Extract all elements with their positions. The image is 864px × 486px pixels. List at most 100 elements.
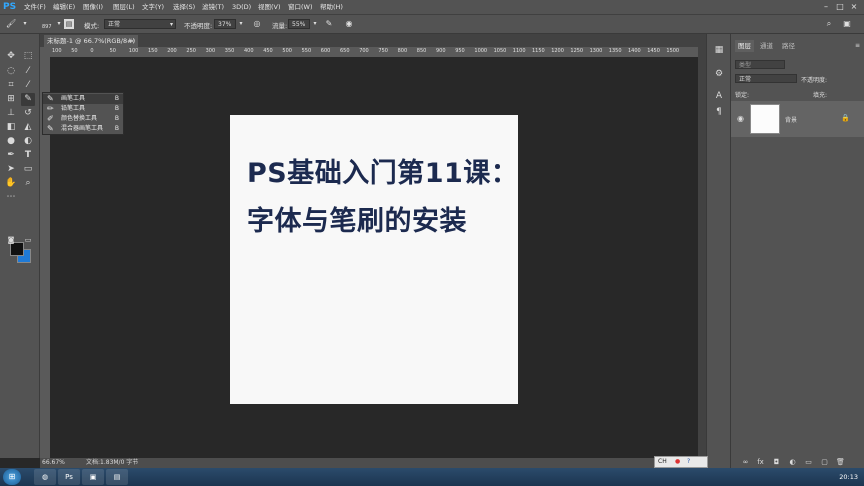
close-icon[interactable]: × [848, 1, 860, 12]
folder-taskbar-icon[interactable]: ▤ [106, 469, 128, 485]
mode-select[interactable]: 正常 ▾ [104, 19, 176, 29]
help-icon[interactable]: ? [687, 457, 690, 467]
flyout-item-pencil[interactable]: ✏ 铅笔工具 B [43, 104, 123, 114]
menu-help[interactable]: 帮助(H) [320, 0, 343, 14]
menu-type[interactable]: 文字(Y) [142, 0, 164, 14]
paragraph-icon[interactable]: ¶ [713, 106, 725, 118]
system-clock[interactable]: 20:13 [839, 468, 858, 486]
opacity-field[interactable]: 37% [214, 19, 236, 29]
type-tool-icon[interactable]: T [21, 149, 35, 162]
menu-layer[interactable]: 图层(L) [113, 0, 135, 14]
airbrush-icon[interactable]: ✎ [324, 19, 334, 29]
eraser-tool-icon[interactable]: ◧ [4, 121, 18, 134]
pressure-size-icon[interactable]: ◉ [344, 19, 354, 29]
opacity-chevron-icon[interactable]: ▾ [236, 19, 246, 29]
new-layer-icon[interactable]: ▢ [820, 458, 829, 467]
menu-3d[interactable]: 3D(D) [232, 0, 251, 14]
menu-image[interactable]: 图像(I) [83, 0, 103, 14]
quick-select-tool-icon[interactable]: ⁄ [21, 65, 35, 78]
browser-taskbar-icon[interactable]: ◍ [34, 469, 56, 485]
tab-layers[interactable]: 图层 [735, 40, 754, 52]
horizontal-ruler: 100 50 0 50 100 150 200 250 300 350 400 450 500 550 60… [50, 47, 698, 57]
menu-filter[interactable]: 滤镜(T) [202, 0, 224, 14]
zoom-tool-icon[interactable]: ⌕ [21, 177, 35, 190]
menu-window[interactable]: 窗口(W) [288, 0, 313, 14]
properties-icon[interactable]: ⚙ [713, 68, 725, 80]
eye-icon[interactable]: ◉ [737, 114, 744, 123]
flow-field[interactable]: 55% [288, 19, 310, 29]
ruler-tick-label: 550 [301, 48, 312, 54]
flyout-item-mixer-brush[interactable]: ✎ 混合器画笔工具 B [43, 124, 123, 134]
brush-size-value[interactable]: 897 [42, 24, 52, 30]
quick-mask-icon[interactable]: ◙ [4, 234, 18, 247]
healing-tool-icon[interactable]: ⊞ [4, 93, 18, 106]
menu-edit[interactable]: 编辑(E) [53, 0, 75, 14]
brush-tool-icon[interactable]: 🖌 [6, 19, 16, 29]
history-brush-tool-icon[interactable]: ↺ [21, 107, 35, 120]
more-tools-icon[interactable]: ⋯ [4, 191, 18, 204]
document-canvas[interactable]: PS基础入门第11课： 字体与笔刷的安装 [230, 115, 518, 404]
blend-mode-value: 正常 [739, 76, 752, 83]
start-button[interactable]: ⊞ [3, 469, 21, 485]
trash-icon[interactable]: 🗑 [836, 458, 845, 467]
menu-file[interactable]: 文件(F) [24, 0, 46, 14]
move-tool-icon[interactable]: ✥ [4, 50, 18, 63]
ruler-corner [40, 47, 50, 57]
group-icon[interactable]: ▭ [804, 458, 813, 467]
fx-icon[interactable]: fx [756, 458, 765, 467]
hand-tool-icon[interactable]: ✋ [4, 177, 18, 190]
adjustment-icon[interactable]: ◐ [788, 458, 797, 467]
ruler-tick-label: 1200 [551, 48, 564, 54]
menu-select[interactable]: 选择(S) [173, 0, 195, 14]
flyout-item-brush[interactable]: ✎ 画笔工具 B [43, 94, 123, 104]
menu-view[interactable]: 视图(V) [258, 0, 281, 14]
app-logo: PS [3, 2, 17, 12]
pressure-opacity-icon[interactable]: ◎ [252, 19, 262, 29]
shape-tool-icon[interactable]: ▭ [21, 163, 35, 176]
layer-thumbnail[interactable] [750, 104, 780, 134]
screen-mode-icon[interactable]: ▭ [21, 234, 35, 247]
photoshop-taskbar-icon[interactable]: Ps [58, 469, 80, 485]
search-icon[interactable]: ⌕ [824, 19, 834, 29]
blend-mode-select[interactable]: 正常 [735, 74, 797, 83]
eyedropper-tool-icon[interactable]: ⁄ [21, 79, 35, 92]
panel-menu-icon[interactable]: ≡ [855, 42, 860, 49]
tab-channels[interactable]: 通道 [757, 40, 776, 52]
mode-label: 模式: [84, 22, 100, 30]
vertical-scrollbar[interactable] [698, 47, 706, 458]
brush-panel-toggle-icon[interactable]: ▤ [64, 19, 74, 29]
tab-paths[interactable]: 路径 [779, 40, 798, 52]
close-icon[interactable]: × [130, 35, 135, 47]
brush-picker-chevron-icon[interactable]: ▾ [54, 19, 64, 29]
zoom-level[interactable]: 66.67% [42, 458, 65, 468]
character-icon[interactable]: A [713, 90, 725, 102]
flyout-item-shortcut: B [114, 125, 119, 132]
stamp-tool-icon[interactable]: ⊥ [4, 107, 18, 120]
layer-filter-select[interactable]: 类型 [735, 60, 785, 69]
document-tab[interactable]: 未标题-1 @ 66.7%(RGB/8#) × [44, 35, 138, 47]
flyout-item-color-replace[interactable]: ✐ 颜色替换工具 B [43, 114, 123, 124]
tools-panel: ✥ ⬚ ◌ ⁄ ⌗ ⁄ ⊞ ✎ ⊥ ↺ ◧ ◭ ● ◐ ✒ T ➤ ▭ ✋ ⌕ … [0, 34, 40, 458]
document-info[interactable]: 文档:1.83M/0 字节 [86, 458, 138, 468]
app-taskbar-icon[interactable]: ▣ [82, 469, 104, 485]
layer-name[interactable]: 背景 [785, 115, 797, 124]
crop-tool-icon[interactable]: ⌗ [4, 79, 18, 92]
dodge-tool-icon[interactable]: ◐ [21, 135, 35, 148]
link-layers-icon[interactable]: ∞ [741, 458, 750, 467]
mask-icon[interactable]: ◘ [772, 458, 781, 467]
brush-tool-icon[interactable]: ✎ [21, 93, 35, 106]
marquee-tool-icon[interactable]: ⬚ [21, 50, 35, 63]
flow-chevron-icon[interactable]: ▾ [310, 19, 320, 29]
gradient-tool-icon[interactable]: ◭ [21, 121, 35, 134]
minimize-icon[interactable]: – [820, 1, 832, 12]
lasso-tool-icon[interactable]: ◌ [4, 65, 18, 78]
maximize-icon[interactable]: □ [834, 1, 846, 12]
path-select-tool-icon[interactable]: ➤ [4, 163, 18, 176]
ime-indicator[interactable]: CH ● ? [654, 456, 708, 468]
workspace-icon[interactable]: ▣ [842, 19, 852, 29]
pen-tool-icon[interactable]: ✒ [4, 149, 18, 162]
history-icon[interactable]: ▦ [713, 44, 725, 56]
chevron-down-icon[interactable]: ▾ [20, 19, 30, 29]
flyout-item-label: 画笔工具 [61, 95, 86, 102]
blur-tool-icon[interactable]: ● [4, 135, 18, 148]
